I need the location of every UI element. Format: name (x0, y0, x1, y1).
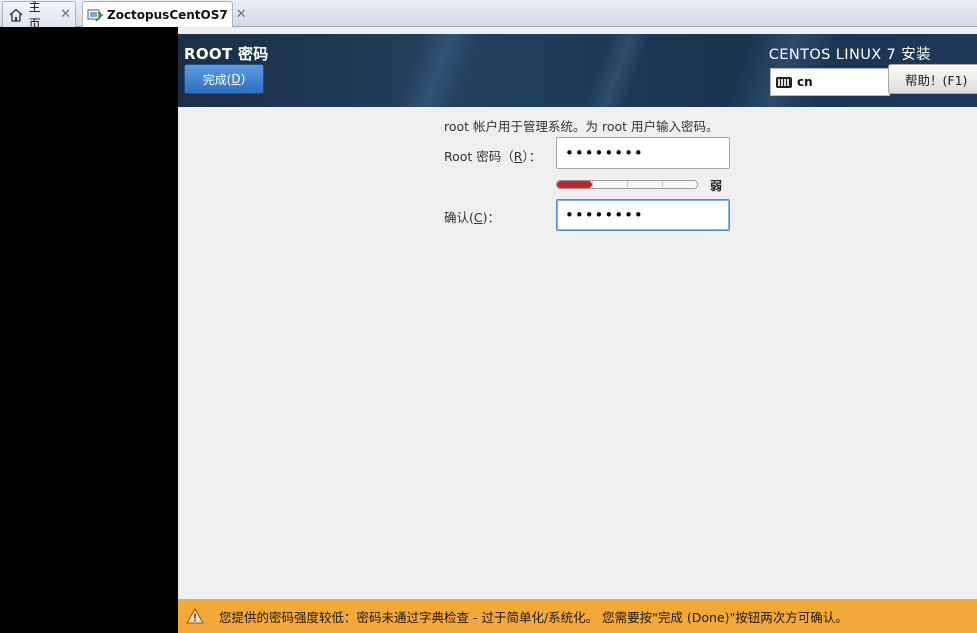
close-icon[interactable]: ✕ (236, 7, 247, 22)
warning-message: 您提供的密码强度较低：密码未通过字典检查 - 过于简单化/系统化。 您需要按"完… (219, 609, 848, 625)
installer-header: ROOT 密码 完成(D) CENTOS LINUX 7 安装 cn 帮助！(F… (178, 34, 977, 107)
keyboard-icon (776, 76, 792, 88)
product-title: CENTOS LINUX 7 安装 (768, 47, 931, 63)
tab-vm-label: ZoctopusCentOS7 (107, 7, 228, 22)
warning-bar[interactable]: 您提供的密码强度较低：密码未通过字典检查 - 过于简单化/系统化。 您需要按"完… (178, 599, 977, 633)
keyboard-layout-indicator[interactable]: cn (770, 68, 890, 96)
password-strength-label: 弱 (710, 179, 723, 193)
help-button[interactable]: 帮助！(F1) (888, 64, 977, 94)
tab-vm[interactable]: ZoctopusCentOS7 ✕ (82, 1, 247, 27)
tab-home[interactable]: 主页 ✕ (2, 0, 76, 31)
vm-display: ROOT 密码 完成(D) CENTOS LINUX 7 安装 cn 帮助！(F… (178, 27, 977, 633)
close-icon[interactable]: ✕ (60, 7, 71, 22)
tab-home-label: 主页 (28, 0, 41, 31)
root-password-label: Root 密码（R）： (444, 149, 542, 164)
password-strength-fill (557, 181, 592, 188)
root-password-input[interactable] (556, 137, 730, 169)
page-title: ROOT 密码 (184, 45, 269, 63)
home-icon (7, 6, 25, 24)
keyboard-layout-label: cn (797, 75, 813, 89)
host-tab-bar: 主页 ✕ ZoctopusCentOS7 ✕ (0, 0, 977, 31)
vm-icon (87, 6, 103, 24)
password-strength-bar (556, 180, 698, 189)
warning-icon (186, 608, 204, 624)
intro-text: root 帐户用于管理系统。为 root 用户输入密码。 (444, 119, 719, 134)
confirm-password-label: 确认(C)： (444, 210, 501, 225)
done-button[interactable]: 完成(D) (184, 64, 264, 94)
confirm-password-input[interactable] (556, 199, 730, 231)
